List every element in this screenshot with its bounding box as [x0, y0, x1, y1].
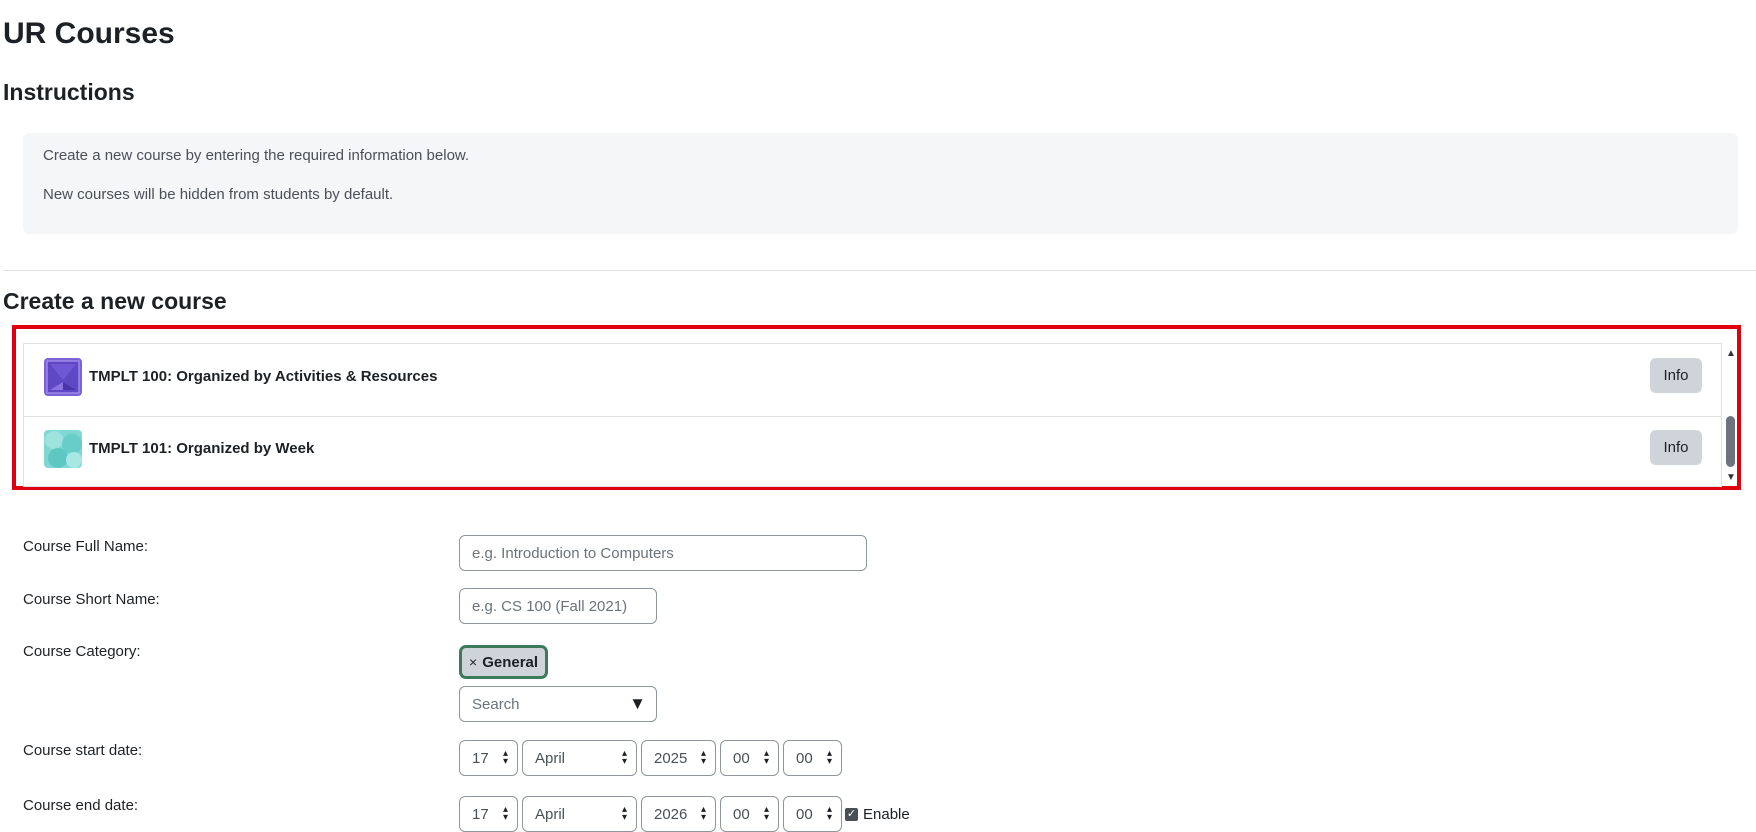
end-month-select[interactable]: April ▴ ▾: [522, 796, 637, 832]
sort-caret-icon: ▴ ▾: [763, 748, 769, 767]
end-minute-select[interactable]: 00 ▴ ▾: [783, 796, 842, 832]
selected-category-chip[interactable]: × General: [459, 645, 549, 679]
template-row[interactable]: TMPLT 100: Organized by Activities & Res…: [24, 344, 1721, 417]
instructions-heading: Instructions: [3, 79, 135, 105]
end-hour-value: 00: [733, 806, 750, 823]
sort-caret-icon: ▴ ▾: [826, 748, 832, 767]
page-title: UR Courses: [3, 17, 175, 50]
end-day-select[interactable]: 17 ▴ ▾: [459, 796, 518, 832]
category-search-placeholder: Search: [472, 696, 520, 713]
template-row[interactable]: TMPLT 101: Organized by Week Info: [24, 416, 1721, 488]
start-year-select[interactable]: 2025 ▴ ▾: [641, 740, 716, 776]
start-minute-value: 00: [796, 750, 813, 767]
template-name[interactable]: TMPLT 100: Organized by Activities & Res…: [89, 368, 437, 385]
sort-caret-icon: ▴ ▾: [763, 804, 769, 823]
end-minute-value: 00: [796, 806, 813, 823]
end-date-label: Course end date:: [23, 797, 139, 814]
info-button[interactable]: Info: [1650, 358, 1702, 393]
sort-caret-icon: ▴ ▾: [621, 748, 627, 767]
start-year-value: 2025: [654, 750, 688, 767]
selected-category-label: General: [482, 653, 539, 671]
category-label: Course Category:: [23, 643, 141, 660]
course-short-name-input[interactable]: [459, 588, 657, 624]
start-day-select[interactable]: 17 ▴ ▾: [459, 740, 518, 776]
full-name-label: Course Full Name:: [23, 538, 149, 555]
instructions-text-2: New courses will be hidden from students…: [43, 186, 394, 203]
instructions-text-1: Create a new course by entering the requ…: [43, 147, 470, 164]
dropdown-arrow-icon[interactable]: ▼: [629, 694, 646, 714]
start-hour-select[interactable]: 00 ▴ ▾: [720, 740, 779, 776]
section-divider: [3, 270, 1756, 271]
enable-checkbox[interactable]: ✓: [845, 808, 858, 821]
instructions-box: Create a new course by entering the requ…: [23, 133, 1738, 234]
end-year-value: 2026: [654, 806, 688, 823]
end-month-value: April: [535, 806, 566, 823]
sort-caret-icon: ▴ ▾: [502, 748, 508, 767]
start-month-select[interactable]: April ▴ ▾: [522, 740, 637, 776]
start-month-value: April: [535, 750, 566, 767]
end-year-select[interactable]: 2026 ▴ ▾: [641, 796, 716, 832]
short-name-label: Course Short Name:: [23, 591, 160, 608]
sort-caret-icon: ▴ ▾: [502, 804, 508, 823]
scrollbar-thumb[interactable]: [1726, 416, 1735, 467]
end-day-value: 17: [472, 806, 489, 823]
end-date-enable[interactable]: ✓ Enable: [845, 806, 910, 823]
sort-caret-icon: ▴ ▾: [826, 804, 832, 823]
sort-caret-icon: ▴ ▾: [621, 804, 627, 823]
start-day-value: 17: [472, 750, 489, 767]
scroll-up-arrow-icon[interactable]: ▲: [1722, 348, 1740, 360]
template-list[interactable]: TMPLT 100: Organized by Activities & Res…: [23, 343, 1722, 487]
category-search-dropdown[interactable]: Search ▼: [459, 686, 657, 722]
remove-category-icon[interactable]: ×: [469, 654, 477, 670]
start-minute-select[interactable]: 00 ▴ ▾: [783, 740, 842, 776]
start-date-label: Course start date:: [23, 742, 143, 759]
sort-caret-icon: ▴ ▾: [700, 804, 706, 823]
template-name[interactable]: TMPLT 101: Organized by Week: [89, 440, 314, 457]
create-course-heading: Create a new course: [3, 288, 227, 314]
scroll-down-arrow-icon[interactable]: ▼: [1722, 472, 1740, 484]
end-hour-select[interactable]: 00 ▴ ▾: [720, 796, 779, 832]
course-template-purple-icon: [44, 358, 82, 396]
info-button[interactable]: Info: [1650, 430, 1702, 465]
course-template-teal-icon: [44, 430, 82, 468]
start-hour-value: 00: [733, 750, 750, 767]
course-full-name-input[interactable]: [459, 535, 867, 571]
sort-caret-icon: ▴ ▾: [700, 748, 706, 767]
enable-label: Enable: [863, 806, 910, 823]
